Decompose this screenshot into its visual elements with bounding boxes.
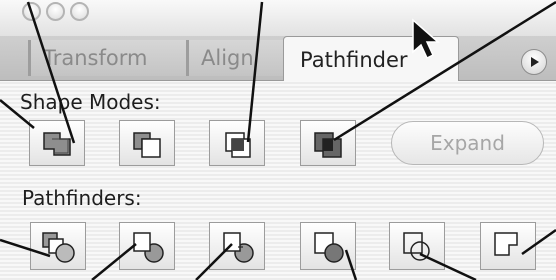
pathfinder-panel: Transform Align Pathfinder Shape Modes: (0, 0, 556, 280)
callout-line-crop (344, 249, 358, 280)
callout-line-merge (195, 243, 233, 280)
callout-line-intersect (246, 1, 264, 143)
callout-lines (0, 0, 556, 280)
callout-line-trim (91, 243, 137, 280)
callout-line-exclude (333, 0, 556, 142)
mouse-cursor-icon (412, 18, 440, 60)
callout-line-shape-modes (0, 99, 35, 129)
callout-line-minus-back (521, 228, 556, 256)
callout-line-outline (419, 252, 477, 280)
callout-line-divide (0, 238, 51, 258)
callout-line-add (26, 1, 76, 144)
